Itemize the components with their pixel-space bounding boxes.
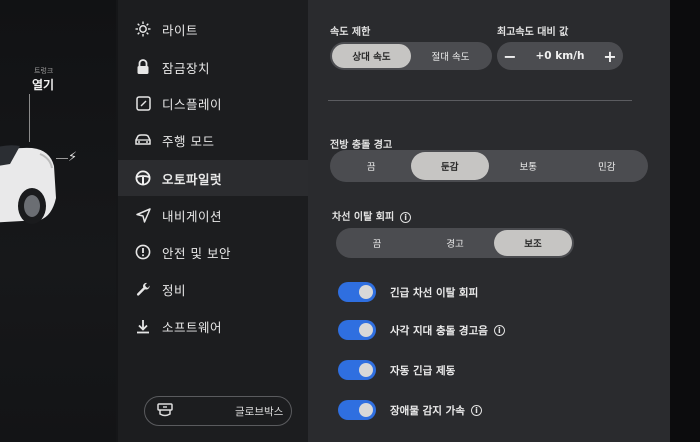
- toggle-row-blind-spot: 사각 지대 충돌 경고음 i: [338, 318, 505, 342]
- download-icon: [134, 317, 152, 335]
- trunk-open-button[interactable]: 열기: [32, 76, 54, 93]
- display-icon: [134, 94, 152, 112]
- settings-menu: 라이트 잠금장치 디스플레이 주행 모드 오토파일럿 내비게이션 안전 및 보안…: [118, 0, 308, 442]
- navigation-icon: [134, 206, 152, 224]
- menu-label-autopilot: 오토파일럿: [162, 171, 223, 187]
- wrench-icon: [134, 280, 152, 298]
- fcw-off-option[interactable]: 끔: [332, 152, 411, 180]
- menu-label-display: 디스플레이: [162, 96, 223, 112]
- toggle-row-obstacle-accel: 장애물 감지 가속 i: [338, 398, 482, 422]
- offset-increase-button[interactable]: +: [597, 47, 623, 66]
- steering-wheel-icon: [134, 169, 152, 187]
- forward-collision-label: 전방 충돌 경고: [330, 140, 393, 151]
- lane-assist-option[interactable]: 보조: [494, 230, 572, 256]
- speed-limit-relative-option[interactable]: 상대 속도: [332, 44, 411, 68]
- menu-item-locks[interactable]: 잠금장치: [118, 49, 308, 85]
- menu-label-driving-mode: 주행 모드: [162, 133, 215, 149]
- menu-label-lights: 라이트: [162, 22, 199, 38]
- menu-label-navigation: 내비게이션: [162, 208, 223, 224]
- menu-item-navigation[interactable]: 내비게이션: [118, 197, 308, 233]
- speed-limit-selector: 상대 속도 절대 속도: [330, 42, 492, 70]
- menu-item-display[interactable]: 디스플레이: [118, 85, 308, 121]
- glovebox-label: 글로브박스: [235, 405, 284, 418]
- glovebox-button[interactable]: 글로브박스: [144, 396, 292, 426]
- menu-label-locks: 잠금장치: [162, 60, 211, 76]
- car-image: [0, 145, 56, 224]
- fcw-medium-option[interactable]: 보통: [489, 152, 568, 180]
- speed-limit-label: 속도 제한: [330, 27, 371, 38]
- lane-departure-heading: 차선 이탈 회피 i: [332, 208, 412, 223]
- lane-warning-option[interactable]: 경고: [416, 230, 494, 256]
- menu-item-lights[interactable]: 라이트: [118, 11, 308, 47]
- blind-spot-toggle[interactable]: [338, 320, 376, 340]
- glovebox-icon: [157, 403, 173, 422]
- obstacle-accel-info-icon[interactable]: i: [470, 404, 482, 416]
- menu-label-service: 정비: [162, 282, 187, 298]
- aeb-toggle[interactable]: [338, 360, 376, 380]
- speed-limit-absolute-option[interactable]: 절대 속도: [411, 44, 490, 68]
- alert-icon: [134, 243, 152, 261]
- obstacle-accel-toggle[interactable]: [338, 400, 376, 420]
- forward-collision-selector: 끔 둔감 보통 민감: [330, 150, 648, 182]
- lane-departure-label: 차선 이탈 회피: [332, 212, 395, 223]
- divider: [328, 100, 632, 101]
- menu-item-service[interactable]: 정비: [118, 271, 308, 307]
- charge-port-line: [56, 158, 68, 159]
- toggle-row-aeb: 자동 긴급 제동: [338, 358, 455, 382]
- aeb-label: 자동 긴급 제동: [390, 364, 456, 377]
- lock-icon: [134, 58, 152, 76]
- blind-spot-info-icon[interactable]: i: [493, 324, 505, 336]
- lane-off-option[interactable]: 끔: [338, 230, 416, 256]
- lane-departure-selector: 끔 경고 보조: [336, 228, 574, 258]
- offset-value: +0 km/h: [535, 50, 585, 62]
- car-icon: [134, 131, 152, 149]
- sun-icon: [134, 20, 152, 38]
- lightning-icon[interactable]: ⚡: [68, 150, 77, 165]
- screen-edge: [670, 0, 700, 442]
- emergency-lane-toggle[interactable]: [338, 282, 376, 302]
- speed-offset-stepper: − +0 km/h +: [497, 42, 623, 70]
- menu-label-safety-security: 안전 및 보안: [162, 245, 231, 261]
- offset-label: 최고속도 대비 값: [497, 27, 569, 38]
- menu-item-driving-mode[interactable]: 주행 모드: [118, 122, 308, 158]
- emergency-lane-label: 긴급 차선 이탈 회피: [390, 286, 479, 299]
- lane-info-icon[interactable]: i: [400, 211, 412, 223]
- car-panel: 트렁크 열기 ⚡: [0, 0, 116, 442]
- offset-decrease-button[interactable]: −: [497, 47, 523, 66]
- menu-label-software: 소프트웨어: [162, 319, 223, 335]
- blind-spot-label: 사각 지대 충돌 경고음: [390, 324, 488, 337]
- fcw-late-option[interactable]: 둔감: [410, 152, 489, 180]
- obstacle-accel-label: 장애물 감지 가속: [390, 404, 465, 417]
- fcw-early-option[interactable]: 민감: [568, 152, 647, 180]
- toggle-row-emergency-lane: 긴급 차선 이탈 회피: [338, 280, 478, 304]
- menu-item-safety-security[interactable]: 안전 및 보안: [118, 234, 308, 270]
- trunk-small-label: 트렁크: [34, 67, 54, 75]
- autopilot-settings-panel: 속도 제한 상대 속도 절대 속도 최고속도 대비 값 − +0 km/h + …: [308, 0, 670, 442]
- menu-item-autopilot[interactable]: 오토파일럿: [118, 160, 308, 196]
- menu-item-software[interactable]: 소프트웨어: [118, 308, 308, 344]
